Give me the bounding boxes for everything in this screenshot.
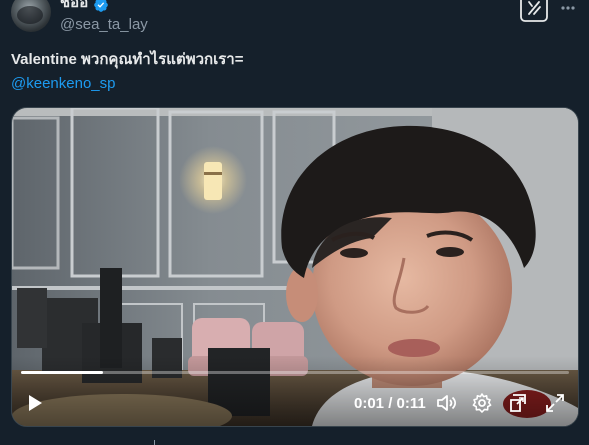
verified-badge-icon — [94, 0, 108, 12]
mention-link[interactable]: @keenkeno_sp — [11, 74, 115, 94]
video-progress-fill — [21, 371, 104, 374]
settings-gear-icon[interactable] — [471, 392, 493, 414]
controls-overlay — [12, 356, 578, 426]
author-display-name[interactable]: ชออ — [60, 0, 88, 12]
dock-icon[interactable] — [508, 392, 530, 414]
grok-icon[interactable] — [520, 0, 548, 22]
tweet-text: Valentine พวกคุณทำไรแต่พวกเรา= — [11, 51, 244, 68]
video-time-display: 0:01 / 0:11 — [354, 395, 426, 412]
volume-icon[interactable] — [435, 392, 457, 414]
tweet: ชออ @sea_ta_lay Valentine พวกคุณทำไรแต่พ… — [0, 0, 589, 445]
action-bar-edge — [0, 438, 589, 445]
fullscreen-icon[interactable] — [544, 392, 566, 414]
play-icon[interactable] — [24, 392, 46, 414]
more-options-icon[interactable] — [560, 0, 576, 16]
divider — [154, 440, 155, 445]
avatar[interactable] — [11, 0, 51, 32]
author-handle[interactable]: @sea_ta_lay — [60, 16, 148, 34]
video-progress-bar[interactable] — [21, 371, 569, 374]
video-player[interactable]: 0:01 / 0:11 — [11, 107, 579, 427]
